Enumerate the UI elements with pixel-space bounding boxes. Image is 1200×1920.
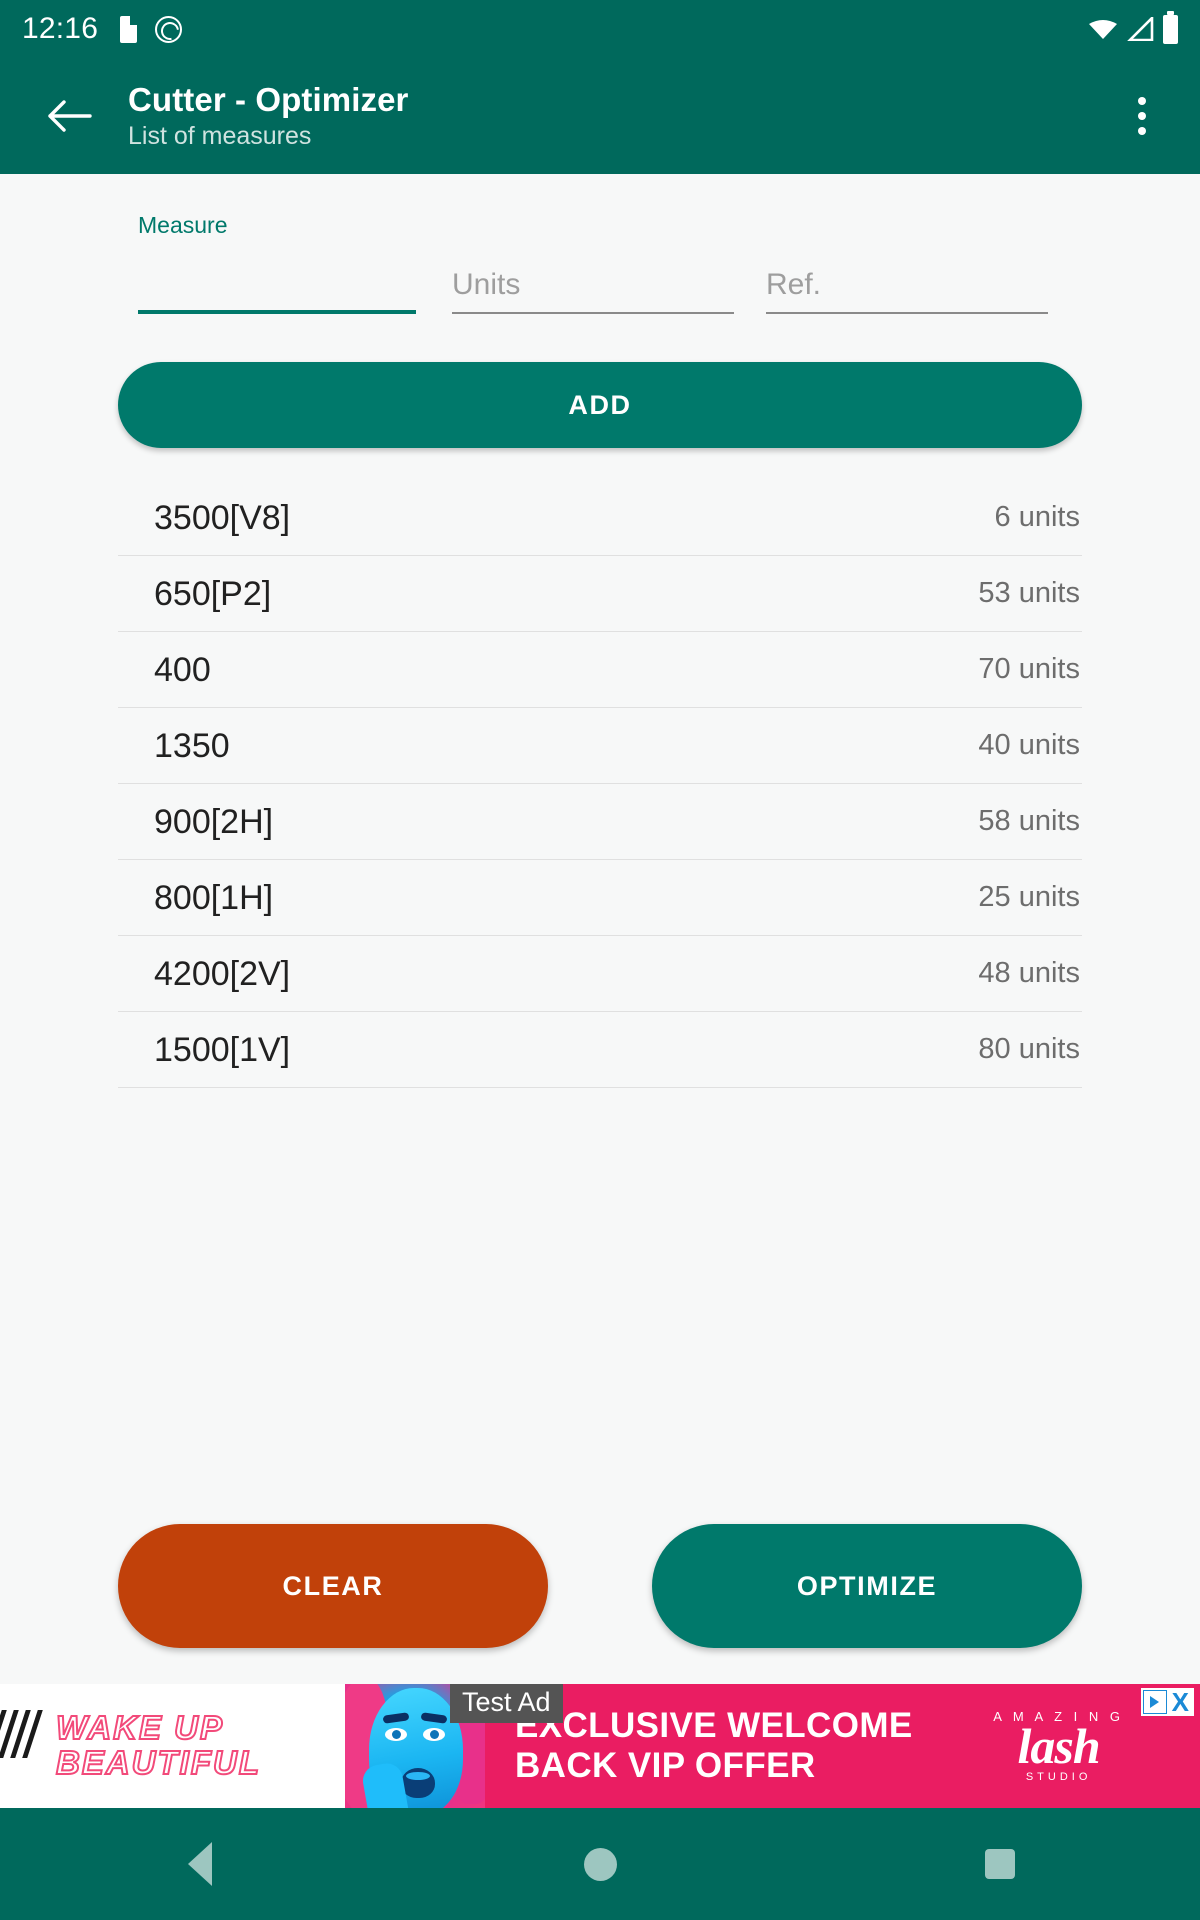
measure-units: 40 units — [978, 729, 1080, 761]
measure-units: 80 units — [978, 1033, 1080, 1065]
ad-tagline-line1: WAKE UP — [55, 1709, 225, 1747]
clear-button[interactable]: CLEAR — [118, 1524, 548, 1648]
table-row[interactable]: 1500[1V] 80 units — [118, 1012, 1082, 1088]
measure-name: 1350 — [154, 726, 230, 765]
status-bar: 12:16 — [0, 0, 1200, 58]
table-row[interactable]: 1350 40 units — [118, 708, 1082, 784]
nav-recents-icon[interactable] — [940, 1808, 1060, 1920]
measure-name: 650[P2] — [154, 574, 272, 613]
measure-name: 3500[V8] — [154, 498, 291, 537]
sd-card-icon — [120, 15, 138, 43]
more-dot — [1138, 112, 1146, 120]
measure-name: 4200[2V] — [154, 954, 291, 993]
page-title: Cutter - Optimizer — [128, 80, 409, 118]
units-field-underline — [452, 312, 734, 314]
status-system-icons — [1088, 10, 1178, 44]
bottom-action-bar: CLEAR OPTIMIZE — [0, 1524, 1200, 1684]
nav-home-icon[interactable] — [540, 1808, 660, 1920]
wifi-icon — [1088, 18, 1118, 40]
measure-field-group: Measure — [138, 212, 416, 314]
add-button-wrap: ADD — [0, 314, 1200, 448]
table-row[interactable]: 900[2H] 58 units — [118, 784, 1082, 860]
app-root: 12:16 Cutter - Optimizer List of measure… — [0, 0, 1200, 1920]
app-bar-titles: Cutter - Optimizer List of measures — [128, 80, 409, 151]
units-input[interactable] — [452, 268, 734, 312]
measure-name: 900[2H] — [154, 802, 274, 841]
ref-field-underline — [766, 312, 1048, 314]
ad-brand-logo: A M A Z I N G lash STUDIO — [993, 1710, 1124, 1783]
add-button[interactable]: ADD — [118, 362, 1082, 448]
measure-field-underline — [138, 310, 416, 314]
more-vert-icon[interactable] — [1112, 81, 1172, 151]
measures-list: 3500[V8] 6 units 650[P2] 53 units 400 70 unit… — [118, 480, 1082, 1088]
ad-tagline: WAKE UP BEAUTIFUL — [55, 1709, 261, 1781]
main-content: Measure ADD 3500[V8] 6 units 650[P2] 53 uni… — [0, 174, 1200, 1684]
optimize-button[interactable]: OPTIMIZE — [652, 1524, 1082, 1648]
nav-back-icon[interactable] — [140, 1808, 260, 1920]
measure-units: 53 units — [978, 577, 1080, 609]
status-notification-icons — [120, 15, 183, 43]
table-row[interactable]: 4200[2V] 48 units — [118, 936, 1082, 1012]
close-icon[interactable]: X — [1169, 1689, 1192, 1715]
ref-field-group — [766, 218, 1048, 314]
ad-banner[interactable]: WAKE UP BEAUTIFUL EXCLUSIVE WELCOME BACK… — [0, 1684, 1200, 1808]
back-arrow-icon[interactable] — [40, 87, 98, 145]
ad-headline-line2: BACK VIP OFFER — [515, 1746, 816, 1785]
app-bar: Cutter - Optimizer List of measures — [0, 58, 1200, 174]
signal-icon — [1126, 14, 1154, 42]
ad-headline-panel: EXCLUSIVE WELCOME BACK VIP OFFER A M A Z… — [485, 1684, 1200, 1808]
more-dot — [1138, 97, 1146, 105]
do-not-disturb-icon — [155, 15, 183, 43]
ad-headline: EXCLUSIVE WELCOME BACK VIP OFFER — [515, 1706, 913, 1786]
ad-tagline-panel: WAKE UP BEAUTIFUL — [0, 1684, 345, 1808]
table-row[interactable]: 400 70 units — [118, 632, 1082, 708]
measure-field-label: Measure — [138, 212, 228, 238]
units-field-group — [452, 218, 734, 314]
system-navigation-bar — [0, 1808, 1200, 1920]
measure-entry-form: Measure — [0, 174, 1200, 314]
battery-icon — [1163, 10, 1178, 44]
measure-units: 48 units — [978, 957, 1080, 989]
ad-stripes-icon — [0, 1710, 43, 1758]
ad-brand-bottom: STUDIO — [1025, 1770, 1092, 1783]
table-row[interactable]: 800[1H] 25 units — [118, 860, 1082, 936]
ad-headline-line1: EXCLUSIVE WELCOME — [515, 1706, 913, 1746]
table-row[interactable]: 3500[V8] 6 units — [118, 480, 1082, 556]
measure-units: 6 units — [994, 501, 1080, 533]
ad-brand-main: lash — [1017, 1717, 1101, 1774]
adchoices-icon[interactable] — [1142, 1690, 1167, 1714]
ad-tagline-line2: BEAUTIFUL — [55, 1744, 261, 1781]
more-dot — [1138, 127, 1146, 135]
ref-input[interactable] — [766, 268, 1048, 312]
measure-units: 58 units — [978, 805, 1080, 837]
measure-units: 70 units — [978, 653, 1080, 685]
ad-choices-controls[interactable]: X — [1140, 1688, 1194, 1716]
measure-name: 800[1H] — [154, 878, 274, 917]
measure-name: 400 — [154, 650, 211, 689]
measure-input[interactable] — [138, 266, 416, 310]
measure-name: 1500[1V] — [154, 1030, 291, 1069]
ad-test-badge: Test Ad — [450, 1684, 563, 1723]
status-time: 12:16 — [22, 12, 99, 45]
measure-units: 25 units — [978, 881, 1080, 913]
page-subtitle: List of measures — [128, 121, 312, 150]
table-row[interactable]: 650[P2] 53 units — [118, 556, 1082, 632]
